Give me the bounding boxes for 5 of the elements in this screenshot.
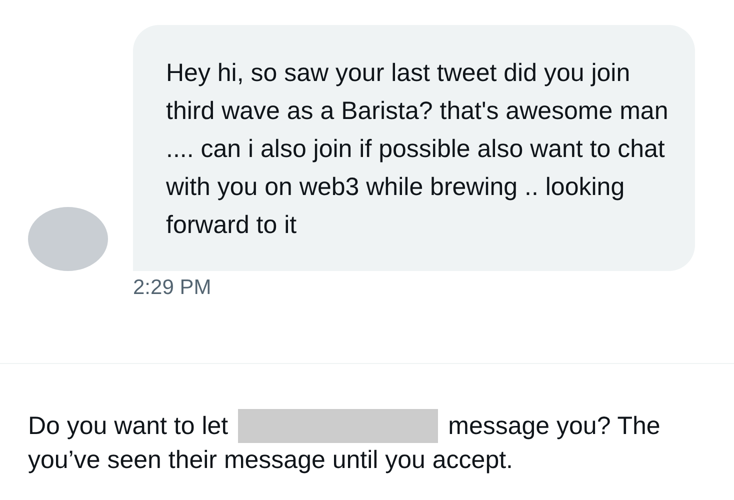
request-text: message you? The [448,411,660,442]
message-bubble: Hey hi, so saw your last tweet did you join third wave as a Barista? that's awesome man .... can i also join if possible also want to chat with you on web3 while brewing .. looking forward to it [133,25,695,271]
message-time: 2:29 PM [133,276,212,300]
request-text: you’ve seen their message until you accept. [28,445,514,476]
request-text: Do you want to let [28,411,228,442]
